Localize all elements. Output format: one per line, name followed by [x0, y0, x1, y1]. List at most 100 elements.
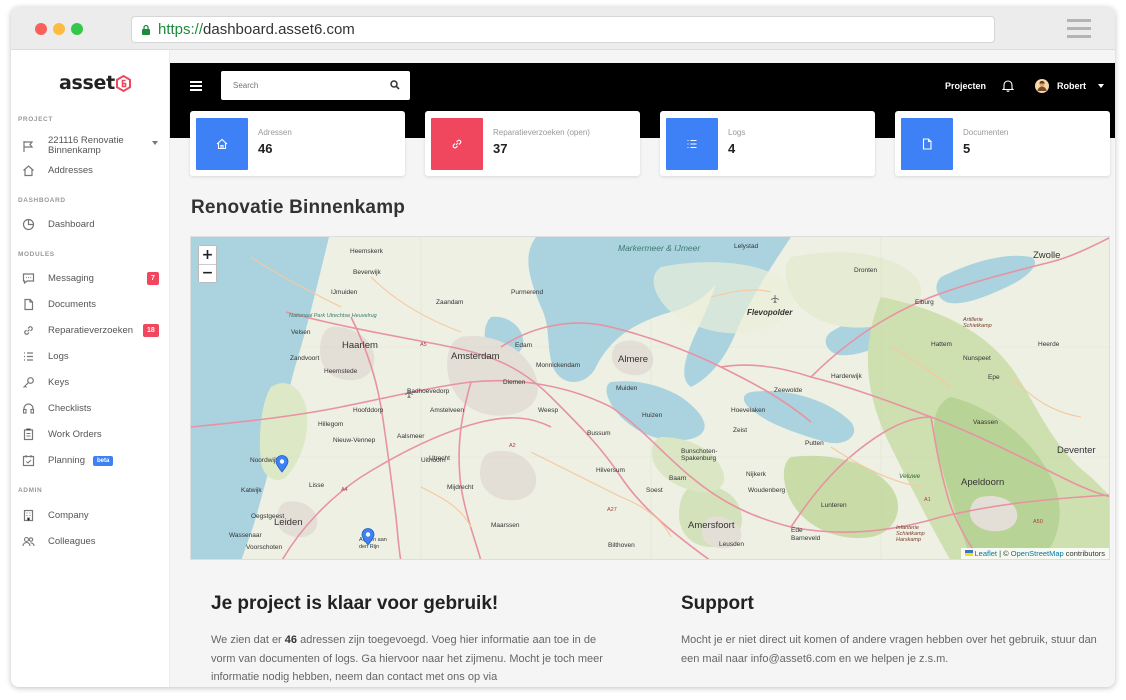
user-menu-chevron-icon[interactable]	[1098, 84, 1104, 88]
map-label-harderwijk: Harderwijk	[831, 373, 862, 380]
url-host: dashboard.asset6.com	[203, 21, 355, 38]
map-label-wassenaar: Wassenaar	[229, 532, 262, 539]
map-label-a27: A27	[607, 507, 617, 513]
map-label-leusden: Leusden	[719, 541, 744, 548]
sidebar-item-keys[interactable]: Keys	[11, 372, 170, 394]
sidebar-item-label: Colleagues	[48, 536, 96, 547]
attribution-separator: | ©	[997, 549, 1011, 558]
map-label-oegstgeest: Oegstgeest	[251, 513, 285, 520]
stat-card-adressen[interactable]: Adressen 46	[190, 111, 405, 176]
reparatieverzoeken-count-badge: 18	[143, 324, 159, 337]
map-label-soest: Soest	[646, 487, 663, 494]
map-label-flevopolder: Flevopolder	[747, 308, 793, 317]
sidebar-item-label: Checklists	[48, 403, 92, 414]
sidebar-item-logs[interactable]: Logs	[11, 346, 170, 368]
leaflet-link[interactable]: Leaflet	[975, 549, 998, 558]
messaging-count-badge: 7	[147, 272, 159, 285]
map-label-woudenberg: Woudenberg	[748, 487, 786, 494]
planning-beta-badge: beta	[93, 456, 114, 466]
map-label-bilthoven: Bilthoven	[608, 542, 635, 549]
map-label-a4: A4	[341, 487, 348, 493]
project-name: 221116 Renovatie Binnenkamp	[48, 135, 124, 156]
address-bar[interactable]: https://dashboard.asset6.com	[131, 16, 995, 43]
maximize-window-button[interactable]	[71, 23, 83, 35]
zoom-out-button[interactable]: −	[199, 264, 216, 282]
airport-icon	[405, 390, 413, 398]
map-label-haarlem: Haarlem	[342, 340, 378, 351]
map-label-beverwijk: Beverwijk	[353, 269, 381, 276]
document-icon	[24, 298, 34, 311]
map-label-nieuw-vennep: Nieuw-Vennep	[333, 437, 376, 444]
map-label-katwijk: Katwijk	[241, 487, 262, 494]
map[interactable]: Markermeer & IJmeer Lelystad Flevopolder…	[190, 236, 1110, 560]
sidebar-item-planning[interactable]: Planning beta	[11, 450, 170, 472]
address-count: 46	[284, 634, 298, 646]
stat-card-reparatieverzoeken[interactable]: Reparatieverzoeken (open) 37	[425, 111, 640, 176]
attribution-contributors: contributors	[1063, 549, 1105, 558]
location-marker-icon[interactable]	[275, 455, 289, 473]
pie-chart-icon	[22, 218, 35, 231]
bell-icon[interactable]	[1002, 79, 1014, 92]
map-label-hillegom: Hillegom	[318, 421, 344, 428]
section-project: PROJECT	[18, 116, 53, 123]
map-label-muiden: Muiden	[616, 385, 638, 392]
sidebar-item-messaging[interactable]: Messaging 7	[11, 268, 170, 290]
map-label-lunteren: Lunteren	[821, 502, 847, 509]
asset6-logo[interactable]: asset	[59, 72, 131, 94]
user-name[interactable]: Robert	[1057, 81, 1086, 91]
map-label-mijdrecht: Mijdrecht	[447, 484, 474, 491]
sidebar-item-work-orders[interactable]: Work Orders	[11, 424, 170, 446]
map-label-velsen: Velsen	[291, 329, 311, 336]
support-text: Mocht je er niet direct uit komen of and…	[681, 634, 1097, 665]
map-label-zeewolde: Zeewolde	[774, 387, 803, 394]
location-marker-icon[interactable]	[361, 528, 375, 546]
avatar[interactable]	[1035, 79, 1049, 93]
map-label-a2: A2	[509, 443, 516, 449]
sidebar-item-company[interactable]: Company	[11, 505, 170, 527]
sidebar: asset PROJECT 221116 Renovatie Binnenkam…	[11, 50, 170, 687]
map-label-bunschoten: Bunschoten-Spakenburg	[681, 448, 718, 462]
url-scheme: https://	[158, 21, 204, 38]
stat-card-logs[interactable]: Logs 4	[660, 111, 875, 176]
ukraine-flag-icon	[964, 550, 973, 556]
stat-card-documenten[interactable]: Documenten 5	[895, 111, 1110, 176]
map-label-zaandam: Zaandam	[436, 299, 464, 306]
map-label-amsterdam: Amsterdam	[451, 351, 500, 362]
openstreetmap-link[interactable]: OpenStreetMap	[1011, 549, 1064, 558]
sidebar-item-label: Dashboard	[48, 219, 95, 230]
list-icon	[687, 139, 697, 149]
section-modules: MODULES	[18, 251, 55, 258]
sidebar-item-documents[interactable]: Documents	[11, 294, 170, 316]
sidebar-item-addresses[interactable]: Addresses	[11, 160, 170, 182]
sidebar-item-checklists[interactable]: Checklists	[11, 398, 170, 420]
close-window-button[interactable]	[35, 23, 47, 35]
projects-link[interactable]: Projecten	[945, 81, 986, 91]
project-selector[interactable]: 221116 Renovatie Binnenkamp	[11, 136, 170, 158]
sidebar-item-reparatieverzoeken[interactable]: Reparatieverzoeken 18	[11, 320, 170, 342]
map-label-purmerend: Purmerend	[511, 289, 544, 296]
map-label-maarssen: Maarssen	[491, 522, 520, 529]
map-label-almere: Almere	[618, 354, 649, 365]
map-label-uithoorn: Uithoorn	[421, 457, 446, 464]
map-label-artillerie: Artillerie Schietkamp	[963, 317, 992, 329]
stat-value: 5	[963, 141, 971, 156]
list-icon	[24, 352, 33, 361]
zoom-in-button[interactable]: +	[199, 246, 216, 264]
link-icon	[24, 326, 33, 335]
browser-menu-icon[interactable]	[1067, 19, 1091, 38]
map-label-vaassen: Vaassen	[973, 419, 998, 426]
sidebar-item-dashboard[interactable]: Dashboard	[11, 214, 170, 236]
sidebar-item-colleagues[interactable]: Colleagues	[11, 531, 170, 553]
map-label-infanterie: Infanterie Schietkamp Harskamp	[896, 525, 925, 543]
menu-toggle-icon[interactable]	[190, 81, 202, 91]
stat-icon-box	[431, 118, 483, 170]
map-label-elburg: Elburg	[915, 299, 934, 306]
stat-icon-box	[196, 118, 248, 170]
map-label-apeldoorn: Apeldoorn	[961, 477, 1005, 488]
browser-window: https://dashboard.asset6.com asset PROJE…	[11, 7, 1115, 687]
search-icon[interactable]	[390, 80, 400, 90]
support-title: Support	[681, 593, 754, 614]
map-label-aalsmeer: Aalsmeer	[397, 433, 425, 440]
minimize-window-button[interactable]	[53, 23, 65, 35]
search-input[interactable]	[221, 71, 410, 100]
